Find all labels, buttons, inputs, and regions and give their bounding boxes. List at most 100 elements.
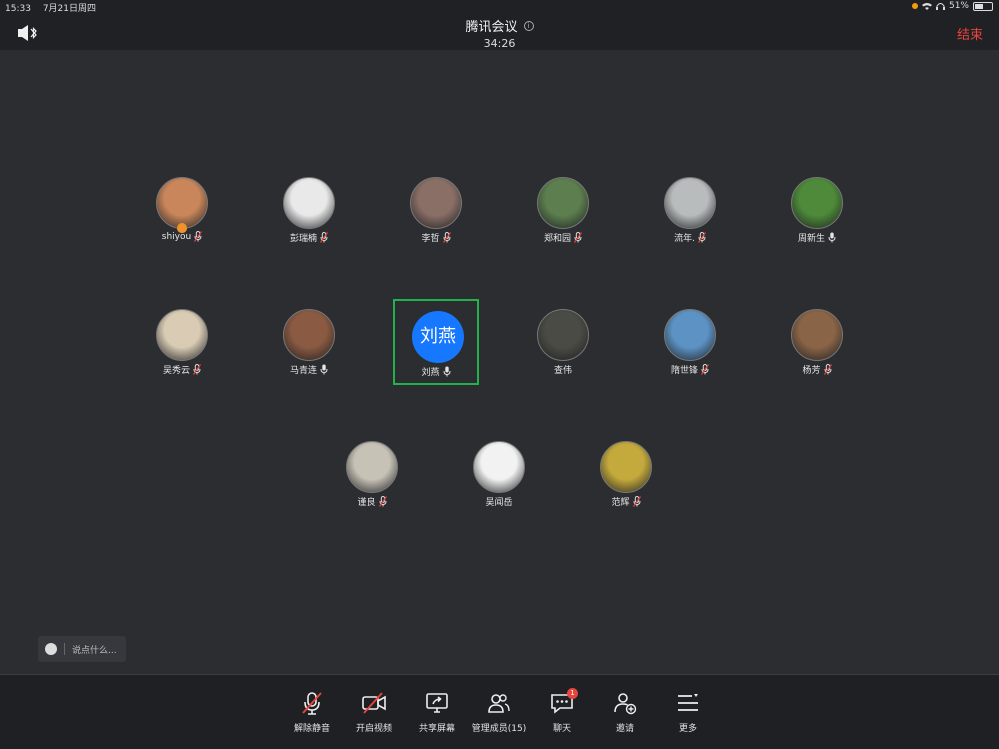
participant-avatar: 刘燕 [412,311,464,363]
participant-avatar [537,309,589,361]
participant-name-row: 郑和园 [520,231,606,244]
manage-members-button[interactable]: 管理成员(15) [464,691,534,734]
mic-muted-icon [697,232,706,243]
mic-muted-icon [701,364,709,375]
more-label: 更多 [678,724,697,734]
participant-name: 郑和园 [543,234,571,244]
participant-name: 杨芳 [802,366,821,376]
participant-name-row: 彭瑞楠 [266,231,352,244]
participant-tile[interactable]: 周新生 [774,167,860,253]
share-screen-label: 共享屏幕 [418,724,455,734]
participant-avatar [473,441,525,493]
participant-name-row: 吴闻岳 [456,495,542,508]
chat-label: 聊天 [552,724,571,734]
invite-icon [614,693,637,715]
participant-tile[interactable]: 杨芳 [774,299,860,385]
participant-name-row: 刘燕 [395,365,477,378]
participant-name: 刘燕 [421,368,440,378]
participant-tile[interactable]: shiyou [139,167,225,253]
recording-dot-icon [911,3,918,9]
end-meeting-button[interactable]: 结束 [957,24,983,43]
mic-icon [828,232,836,243]
participant-name-row: 杨芳 [774,363,860,376]
participant-avatar [664,309,716,361]
participant-avatar [600,441,652,493]
chat-placeholder: 说点什么... [72,645,117,656]
chat-input[interactable]: 说点什么... [38,636,126,662]
participant-name-row: 隋世锋 [647,363,733,376]
divider [64,643,65,655]
start-video-button[interactable]: 开启视频 [339,691,409,734]
battery-icon [973,1,993,11]
participant-tile[interactable]: 谨良 [329,431,415,517]
mic-muted-icon [823,364,832,375]
participant-tile[interactable]: 彭瑞楠 [266,167,352,253]
participant-name-row: 吴秀云 [139,363,225,376]
mic-muted-icon [193,364,201,375]
participant-tile[interactable]: 流年. [647,167,733,253]
status-bar: 15:33 7月21日周四 51% [0,0,999,14]
participant-name: 李哲 [421,234,440,244]
meeting-title: 腾讯会议 [465,20,518,35]
members-icon [488,694,510,713]
share-screen-icon [426,693,448,713]
unmute-label: 解除静音 [293,724,330,734]
participant-tile[interactable]: 李哲 [393,167,479,253]
chat-button[interactable]: 1 聊天 [527,688,597,734]
participant-name: 吴闻岳 [485,498,513,508]
participant-avatar [156,177,208,229]
mic-muted-icon [378,496,387,507]
participant-avatar [537,177,589,229]
participant-tile[interactable]: 隋世锋 [647,299,733,385]
participant-name: 彭瑞楠 [289,234,317,244]
mic-muted-icon [574,232,582,243]
video-off-icon [362,692,386,714]
participant-tile[interactable]: 查伟 [520,299,606,385]
participant-name-row: 查伟 [520,363,606,376]
participant-tile[interactable]: 吴秀云 [139,299,225,385]
participant-avatar [346,441,398,493]
participant-avatar [791,309,843,361]
participant-avatar [791,177,843,229]
more-menu-icon [678,694,698,711]
start-video-label: 开启视频 [355,724,392,734]
participant-avatar [410,177,462,229]
participant-tile[interactable]: 马青连 [266,299,352,385]
headphones-icon [935,3,945,10]
participant-tile[interactable]: 刘燕 刘燕 [393,299,479,385]
participant-name: 范辉 [611,498,630,508]
mic-icon [443,366,451,377]
participant-name-row: shiyou [139,231,225,242]
participant-name-row: 流年. [647,231,733,244]
meeting-timer: 34:26 [483,37,516,50]
emoji-icon[interactable] [45,643,57,655]
participant-tile[interactable]: 吴闻岳 [456,431,542,517]
mic-muted-icon [632,496,641,507]
more-button[interactable]: 更多 [653,691,723,734]
participant-avatar [283,309,335,361]
participant-name: 马青连 [289,366,317,376]
mic-muted-icon [302,692,322,715]
participant-name-row: 李哲 [393,231,479,244]
share-screen-button[interactable]: 共享屏幕 [402,691,472,734]
mic-icon [320,364,328,375]
participant-name-row: 谨良 [329,495,415,508]
participant-name: 周新生 [797,234,825,244]
participant-tile[interactable]: 范辉 [583,431,669,517]
status-date: 7月21日周四 [42,4,96,14]
participant-avatar [664,177,716,229]
mic-muted-icon [442,232,451,243]
info-icon[interactable]: i [523,20,534,31]
invite-button[interactable]: 邀请 [590,691,660,734]
participant-name-row: 周新生 [774,231,860,244]
participant-tile[interactable]: 郑和园 [520,167,606,253]
participant-name: 查伟 [553,366,572,376]
wifi-icon [921,3,932,10]
status-time: 15:33 [5,4,31,14]
invite-label: 邀请 [615,724,634,734]
unmute-button[interactable]: 解除静音 [277,691,347,734]
mic-muted-icon [320,232,328,243]
participant-name: shiyou [161,231,192,242]
participant-avatar [156,309,208,361]
battery-percent: 51% [948,1,969,11]
